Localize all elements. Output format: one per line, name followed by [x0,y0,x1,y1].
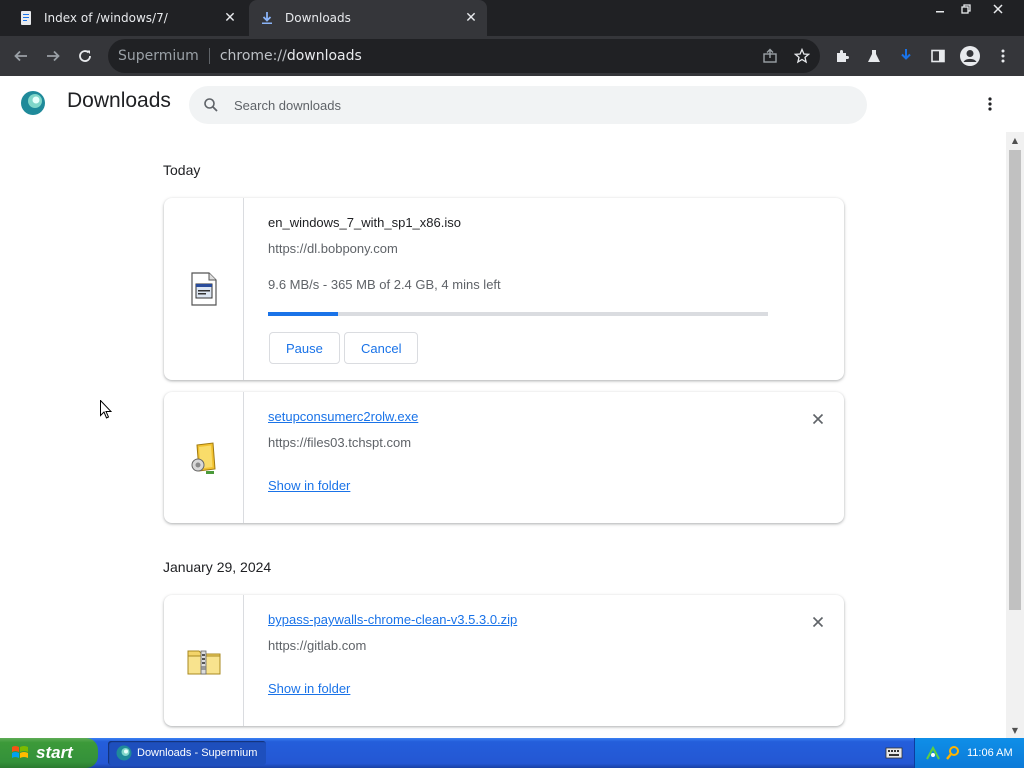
close-tab-icon[interactable]: ✕ [463,10,479,26]
zip-folder-icon [187,647,221,675]
tab-title: Index of /windows/7/ [44,11,168,25]
page-title: Downloads [67,89,171,112]
download-icon [259,10,275,26]
file-source-url: https://gitlab.com [268,638,367,653]
tab-downloads[interactable]: Downloads ✕ [249,0,487,36]
download-item: bypass-paywalls-chrome-clean-v3.5.3.0.zi… [164,595,844,726]
profile-avatar-icon[interactable] [957,43,983,69]
extensions-icon[interactable] [829,43,855,69]
file-icon-column [164,198,244,380]
network-icon[interactable] [925,745,941,761]
taskbar-item-downloads[interactable]: Downloads - Supermium [108,741,266,765]
labs-flask-icon[interactable] [861,43,887,69]
address-bar[interactable]: Supermium chrome://downloads [108,39,820,73]
bookmark-star-icon[interactable] [794,48,810,64]
reload-icon[interactable] [72,43,98,69]
pause-button[interactable]: Pause [269,332,340,364]
scrollbar-thumb[interactable] [1009,150,1021,610]
url-scheme: chrome:// [219,48,287,64]
download-status: 9.6 MB/s - 365 MB of 2.4 GB, 4 mins left [268,277,501,292]
mouse-pointer-icon [100,400,112,420]
download-item: setupconsumerc2rolw.exe https://files03.… [164,392,844,523]
remove-from-list-icon[interactable] [808,612,828,632]
show-in-folder-link[interactable]: Show in folder [268,478,350,493]
system-tray: 11:06 AM [914,738,1024,768]
tab-index-of-windows-7[interactable]: Index of /windows/7/ ✕ [8,0,246,36]
browser-menu-icon[interactable] [990,43,1016,69]
browser-toolbar: Supermium chrome://downloads [0,36,1024,76]
downloads-list: Today en_windows_7_with_sp1_x86.iso http… [0,132,1006,738]
url-host: downloads [286,48,362,64]
downloads-header: Downloads [0,76,1024,132]
share-icon[interactable] [762,48,778,64]
page-scrollbar[interactable]: ▲ ▼ [1006,132,1024,738]
windows-flag-icon [10,743,30,763]
close-tab-icon[interactable]: ✕ [222,10,238,26]
minimize-icon[interactable] [926,0,954,18]
file-name: en_windows_7_with_sp1_x86.iso [268,215,461,230]
taskbar-item-label: Downloads - Supermium [137,747,258,759]
restore-icon[interactable] [952,0,980,18]
cancel-button[interactable]: Cancel [344,332,419,364]
download-item: en_windows_7_with_sp1_x86.iso https://dl… [164,198,844,380]
tab-strip: Index of /windows/7/ ✕ Downloads ✕ [0,0,1024,36]
file-icon-column [164,392,244,523]
file-name-link[interactable]: setupconsumerc2rolw.exe [268,409,418,424]
document-icon [18,10,34,26]
back-icon[interactable] [8,43,34,69]
file-source-url: https://files03.tchspt.com [268,435,412,450]
show-in-folder-link[interactable]: Show in folder [268,681,350,696]
side-panel-icon[interactable] [925,43,951,69]
search-tray-icon[interactable] [945,745,961,761]
installer-icon [189,441,219,475]
file-icon-column [164,595,244,726]
site-name: Supermium [118,48,199,64]
download-progress-bar [268,312,768,316]
search-input[interactable] [234,97,834,113]
windows-taskbar: start Downloads - Supermium 11:06 AM [0,738,1024,768]
more-actions-icon[interactable] [978,92,1002,116]
search-icon [203,97,219,113]
system-clock: 11:06 AM [967,747,1013,759]
remove-from-list-icon[interactable] [808,409,828,429]
progress-fill [268,312,338,316]
supermium-logo-icon [20,90,46,116]
keyboard-icon[interactable] [885,745,903,761]
start-button[interactable]: start [0,738,98,768]
date-header: January 29, 2024 [163,559,272,575]
forward-icon[interactable] [40,43,66,69]
tab-title: Downloads [285,11,351,25]
omnibox-divider [208,48,210,64]
start-label: start [36,743,73,762]
date-header: Today [163,162,201,178]
supermium-logo-icon [116,745,132,761]
url-text: chrome://downloads [220,48,362,64]
scroll-up-icon[interactable]: ▲ [1006,132,1024,148]
file-name-link[interactable]: bypass-paywalls-chrome-clean-v3.5.3.0.zi… [268,612,517,627]
iso-file-icon [190,272,218,306]
downloads-toolbar-icon[interactable] [893,43,919,69]
file-source-url: https://dl.bobpony.com [268,241,398,256]
search-downloads[interactable] [189,86,867,124]
close-icon[interactable] [984,0,1012,18]
scroll-down-icon[interactable]: ▼ [1006,722,1024,738]
